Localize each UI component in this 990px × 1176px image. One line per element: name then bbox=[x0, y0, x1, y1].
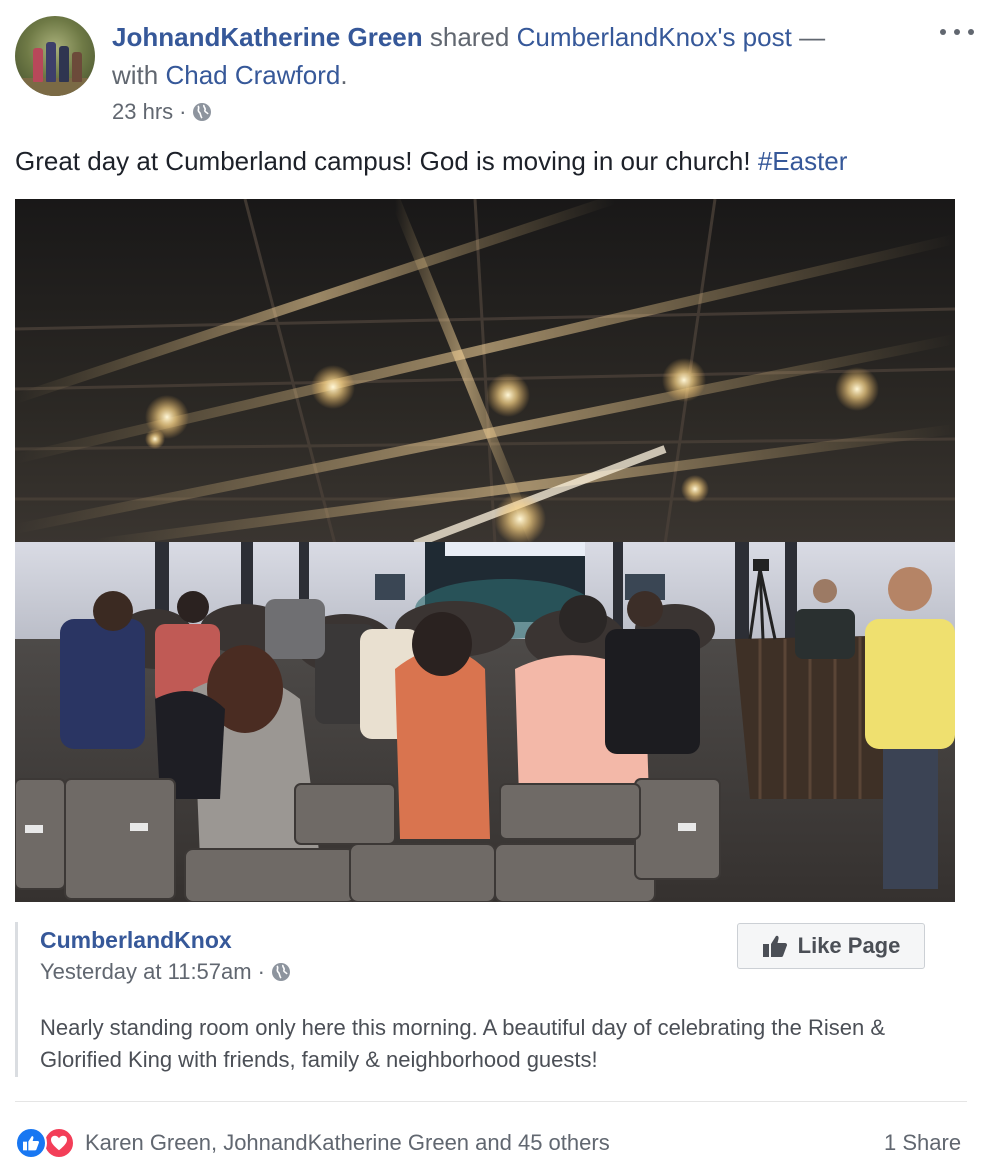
tagged-person-link[interactable]: Chad Crawford bbox=[165, 60, 340, 90]
reactions-text[interactable]: Karen Green, JohnandKatherine Green and … bbox=[85, 1130, 610, 1156]
globe-icon[interactable] bbox=[271, 962, 291, 982]
shared-post-link[interactable]: CumberlandKnox's post bbox=[517, 22, 792, 52]
status-body: Great day at Cumberland campus! God is m… bbox=[15, 146, 751, 176]
feed-post: JohnandKatherine Green shared Cumberland… bbox=[0, 0, 990, 1176]
shared-post-meta: Yesterday at 11:57am · bbox=[40, 956, 291, 988]
shared-meta-dot: · bbox=[257, 959, 265, 984]
more-options-icon[interactable] bbox=[940, 20, 974, 44]
like-page-button[interactable]: Like Page bbox=[737, 923, 925, 969]
post-meta: 23 hrs · bbox=[112, 96, 212, 128]
post-header-with: with Chad Crawford. bbox=[112, 56, 348, 94]
like-reaction-icon[interactable] bbox=[15, 1127, 47, 1159]
globe-icon[interactable] bbox=[192, 102, 212, 122]
reactions-summary[interactable]: Karen Green, JohnandKatherine Green and … bbox=[15, 1124, 610, 1162]
hashtag-link[interactable]: #Easter bbox=[758, 146, 848, 176]
author-avatar[interactable] bbox=[15, 16, 95, 96]
header-period: . bbox=[340, 60, 348, 90]
shared-page-name-link[interactable]: CumberlandKnox bbox=[40, 924, 232, 956]
meta-dot: · bbox=[179, 99, 187, 124]
header-dash: — bbox=[799, 22, 826, 52]
with-word: with bbox=[112, 60, 159, 90]
post-photo[interactable] bbox=[15, 199, 955, 902]
post-status-text: Great day at Cumberland campus! God is m… bbox=[15, 142, 847, 180]
post-divider bbox=[15, 1101, 967, 1102]
author-name-link[interactable]: JohnandKatherine Green bbox=[112, 22, 423, 52]
post-timestamp[interactable]: 23 hrs bbox=[112, 96, 173, 128]
love-reaction-icon[interactable] bbox=[43, 1127, 75, 1159]
shared-post-text: Nearly standing room only here this morn… bbox=[40, 1015, 886, 1072]
shares-count[interactable]: 1 Share bbox=[884, 1124, 961, 1162]
like-page-label: Like Page bbox=[797, 933, 901, 958]
shared-word: shared bbox=[429, 22, 510, 52]
thumbs-up-icon bbox=[762, 935, 787, 957]
post-header: JohnandKatherine Green shared Cumberland… bbox=[112, 18, 825, 56]
shared-post-timestamp[interactable]: Yesterday at 11:57am bbox=[40, 956, 252, 988]
